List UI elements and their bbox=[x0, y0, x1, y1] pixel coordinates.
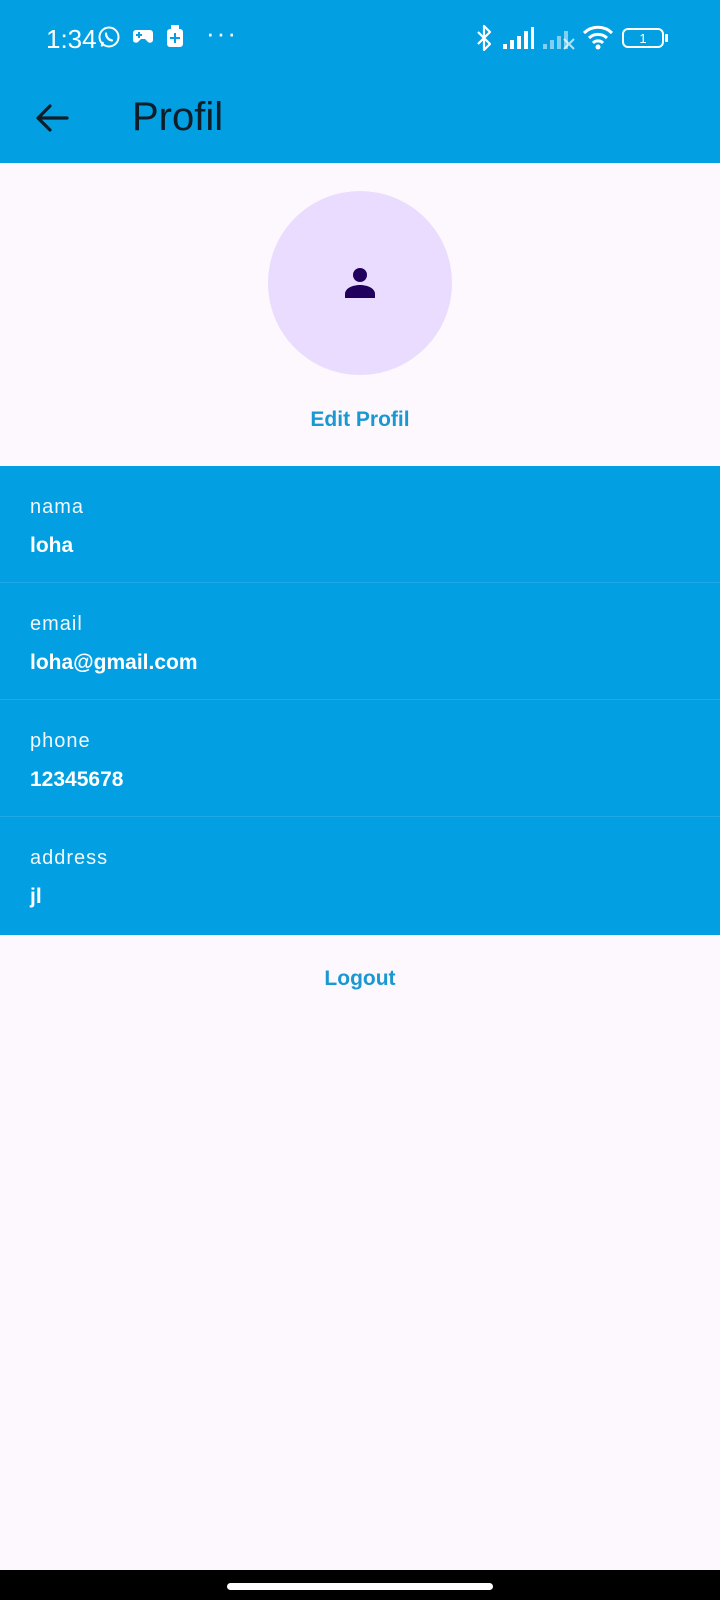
field-label: address bbox=[30, 847, 109, 869]
wifi-icon bbox=[582, 24, 614, 55]
battery-level: 1 bbox=[639, 31, 646, 46]
status-time: 1:34 bbox=[46, 24, 97, 54]
whatsapp-icon bbox=[97, 24, 121, 55]
app-bar: Profil bbox=[0, 80, 720, 163]
signal-no-service-icon bbox=[542, 26, 576, 55]
field-value: loha@gmail.com bbox=[30, 651, 198, 674]
bluetooth-icon bbox=[474, 24, 494, 57]
medkit-icon bbox=[165, 24, 185, 55]
battery-icon: 1 bbox=[622, 27, 670, 54]
arrow-left-icon bbox=[36, 104, 69, 132]
signal-icon bbox=[502, 26, 534, 55]
navigation-bar bbox=[0, 1570, 720, 1600]
field-label: nama bbox=[30, 496, 85, 518]
field-label: phone bbox=[30, 730, 91, 752]
list-item-phone[interactable]: phone 12345678 bbox=[0, 700, 720, 817]
avatar-section: Edit Profil bbox=[0, 163, 720, 466]
game-controller-icon bbox=[131, 24, 155, 53]
field-value: jl bbox=[30, 885, 42, 908]
person-icon bbox=[345, 268, 375, 298]
list-item-email[interactable]: email loha@gmail.com bbox=[0, 583, 720, 700]
home-indicator[interactable] bbox=[227, 1583, 493, 1590]
status-bar: 1:34 ··· 1 bbox=[0, 0, 720, 80]
list-item-nama[interactable]: nama loha bbox=[0, 466, 720, 583]
profile-info-list: nama loha email loha@gmail.com phone 123… bbox=[0, 466, 720, 935]
profile-screen: 1:34 ··· 1 Profil Edit Profil nama loha … bbox=[0, 0, 720, 1600]
list-item-address[interactable]: address jl bbox=[0, 817, 720, 935]
field-value: 12345678 bbox=[30, 768, 124, 791]
page-title: Profil bbox=[132, 95, 224, 139]
edit-profile-button[interactable]: Edit Profil bbox=[0, 408, 720, 432]
avatar[interactable] bbox=[268, 191, 452, 375]
field-value: loha bbox=[30, 534, 74, 557]
more-notifications-icon: ··· bbox=[206, 18, 238, 48]
logout-button[interactable]: Logout bbox=[0, 967, 720, 991]
back-button[interactable] bbox=[26, 92, 78, 144]
field-label: email bbox=[30, 613, 83, 635]
